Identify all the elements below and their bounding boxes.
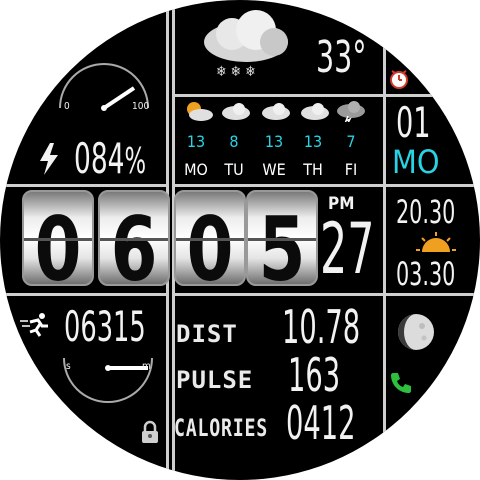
pulse-value: 163	[288, 348, 341, 402]
weekday-abbr: MO	[392, 143, 440, 181]
calories-value: 0412	[286, 396, 356, 450]
calories-label: CALORIES	[174, 414, 268, 442]
lock-icon[interactable]	[138, 420, 162, 444]
steps-gauge-end: m	[142, 361, 151, 372]
forecast-th-icon	[301, 103, 329, 120]
day-number: 27	[320, 208, 375, 290]
forecast-we-icon	[262, 103, 290, 120]
pulse-label: PULSE	[176, 366, 254, 394]
snow-cloud-icon: ❄ ❄ ❄	[204, 10, 288, 80]
bolt-icon	[40, 143, 58, 175]
forecast-fi-temp: 7	[346, 132, 356, 151]
forecast-fi-day: FI	[344, 160, 358, 179]
sun-horizon-icon	[416, 232, 456, 252]
steps-gauge	[63, 357, 153, 403]
minute-digit-tens: 0	[174, 190, 246, 301]
distance-label: DIST	[176, 320, 238, 348]
step-count: 06315	[64, 302, 146, 351]
watch-face: 0 100 084% 0 6 0 5 PM 27 ❄ ❄ ❄ 33° 13 8 …	[0, 0, 480, 480]
battery-gauge-max: 100	[132, 101, 150, 112]
divider-h3	[173, 184, 480, 187]
battery-gauge-min: 0	[64, 101, 70, 112]
steps-gauge-start: s	[66, 361, 71, 372]
divider-h1	[173, 94, 383, 97]
forecast-mo-icon	[187, 102, 213, 121]
svg-text:❄ ❄ ❄: ❄ ❄ ❄	[216, 64, 256, 80]
hour-digit-ones: 6	[98, 190, 170, 301]
forecast-th-day: TH	[303, 160, 323, 179]
divider-h5	[0, 184, 166, 187]
divider-h2	[383, 94, 480, 97]
forecast-tu-day: TU	[224, 160, 244, 179]
sunset-time: 20.30	[396, 193, 456, 231]
hour-digit-tens: 0	[22, 190, 94, 301]
forecast-tu-temp: 8	[229, 132, 239, 151]
forecast-th-temp: 13	[303, 132, 323, 151]
moon-phase-icon	[398, 314, 434, 350]
running-person-icon	[20, 313, 48, 337]
alarm-clock-icon[interactable]	[388, 68, 410, 90]
forecast-mo-day: MO	[184, 160, 208, 179]
forecast-we-day: WE	[262, 160, 286, 179]
forecast-tu-icon	[222, 103, 250, 120]
forecast-fi-icon	[337, 101, 365, 122]
minute-digit-ones: 5	[246, 190, 318, 301]
month-number: 01	[396, 98, 431, 147]
distance-value: 10.78	[282, 300, 361, 354]
sunrise-time: 03.30	[396, 255, 456, 293]
forecast-we-temp: 13	[264, 132, 284, 151]
forecast-mo-temp: 13	[186, 132, 206, 151]
battery-percent: 084%	[74, 134, 147, 183]
current-temperature: 33°	[316, 32, 367, 83]
phone-icon[interactable]	[388, 370, 414, 396]
